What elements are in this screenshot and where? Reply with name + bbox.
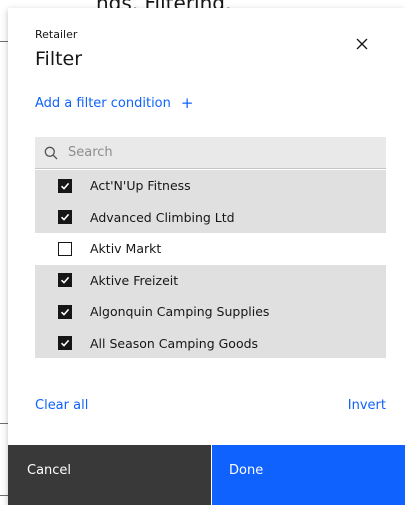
- checkmark-icon: [60, 182, 70, 190]
- list-item-label: Act'N'Up Fitness: [90, 178, 191, 194]
- list-item[interactable]: Aktiv Markt: [35, 233, 386, 265]
- checkmark-icon: [60, 308, 70, 316]
- add-filter-condition-label: Add a filter condition: [35, 96, 171, 111]
- search-input[interactable]: [66, 144, 370, 161]
- close-icon: [356, 38, 368, 50]
- checkmark-icon: [60, 214, 70, 222]
- checkmark-icon: [60, 340, 70, 348]
- checkbox[interactable]: [58, 273, 72, 288]
- checkbox[interactable]: [58, 241, 72, 256]
- done-button[interactable]: Done: [211, 445, 405, 505]
- plus-icon: +: [180, 94, 194, 112]
- checkbox[interactable]: [58, 336, 72, 351]
- list-actions: Clear all Invert: [8, 398, 405, 418]
- close-button[interactable]: [348, 30, 376, 58]
- list-item-label: Aktiv Markt: [90, 241, 162, 257]
- checkbox-list: Act'N'Up Fitness Advanced Climbing Ltd A…: [35, 170, 386, 358]
- list-item-label: Advanced Climbing Ltd: [90, 209, 235, 225]
- dialog-footer: Cancel Done: [8, 445, 405, 505]
- cancel-button[interactable]: Cancel: [8, 445, 211, 505]
- list-item-label: Algonquin Camping Supplies: [90, 304, 270, 320]
- retailer-list[interactable]: Act'N'Up Fitness Advanced Climbing Ltd A…: [35, 137, 386, 358]
- filter-panel: Retailer Filter Add a filter condition +: [8, 8, 405, 445]
- list-item[interactable]: Aktive Freizeit: [35, 264, 386, 296]
- clear-all-link[interactable]: Clear all: [35, 398, 88, 413]
- list-item[interactable]: Act'N'Up Fitness: [35, 170, 386, 202]
- list-item-label: Aktive Freizeit: [90, 272, 179, 288]
- background-divider: [0, 41, 8, 42]
- checkbox[interactable]: [58, 304, 72, 319]
- list-item[interactable]: Algonquin Camping Supplies: [35, 296, 386, 328]
- filter-dialog: Retailer Filter Add a filter condition +: [8, 8, 405, 505]
- checkmark-icon: [60, 277, 70, 285]
- list-item[interactable]: All Season Camping Goods: [35, 327, 386, 358]
- add-filter-condition-link[interactable]: Add a filter condition +: [35, 94, 194, 112]
- dialog-subtitle: Retailer: [35, 28, 78, 41]
- checkbox[interactable]: [58, 178, 72, 193]
- dialog-title: Filter: [35, 48, 83, 70]
- list-item-label: All Season Camping Goods: [90, 335, 259, 351]
- checkbox[interactable]: [58, 210, 72, 225]
- background-divider: [0, 423, 8, 424]
- background-divider: [0, 495, 8, 496]
- invert-link[interactable]: Invert: [348, 398, 386, 413]
- search-bar: [35, 137, 386, 169]
- search-icon: [44, 146, 58, 159]
- list-item[interactable]: Advanced Climbing Ltd: [35, 201, 386, 233]
